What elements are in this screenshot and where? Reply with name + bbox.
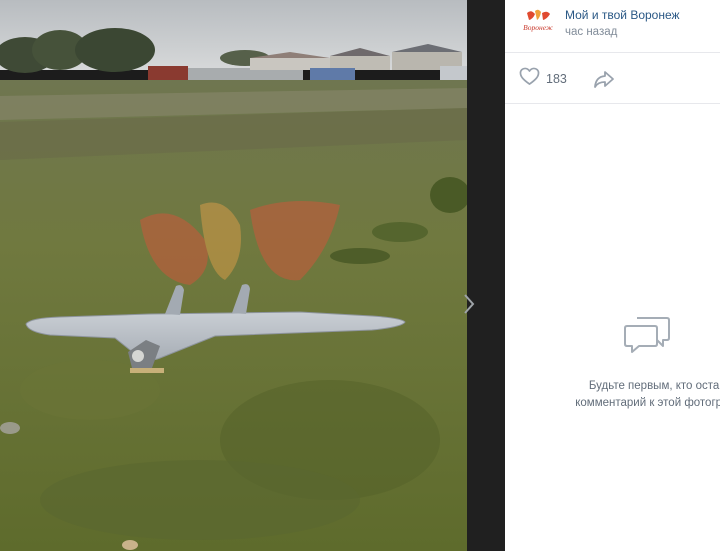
share-button[interactable] [593,69,615,89]
post-header: Воронеж Мой и твой Воронеж час назад [505,0,720,52]
heart-icon [519,67,540,91]
info-panel: Воронеж Мой и твой Воронеж час назад 183… [505,0,720,551]
chevron-right-icon[interactable] [462,292,476,316]
like-count: 183 [546,72,567,86]
photo-viewer[interactable] [0,0,467,551]
post-actions: 183 [505,52,720,104]
avatar-logo-text: Воронеж [523,23,553,32]
lightbox-gutter [467,0,505,551]
group-name-link[interactable]: Мой и твой Воронеж [565,8,680,22]
comment-bubble-icon [623,312,671,358]
post-photo [0,0,467,551]
empty-comments-line1: Будьте первым, кто оставит [588,380,720,392]
post-time: час назад [565,26,618,38]
group-avatar[interactable]: Воронеж [521,9,555,35]
empty-comments-line2: комментарий к этой фотографии [575,397,720,409]
share-arrow-icon [593,71,615,93]
like-button[interactable]: 183 [519,67,567,91]
empty-comments-message: Будьте первым, кто оставит комментарий к… [553,378,720,412]
